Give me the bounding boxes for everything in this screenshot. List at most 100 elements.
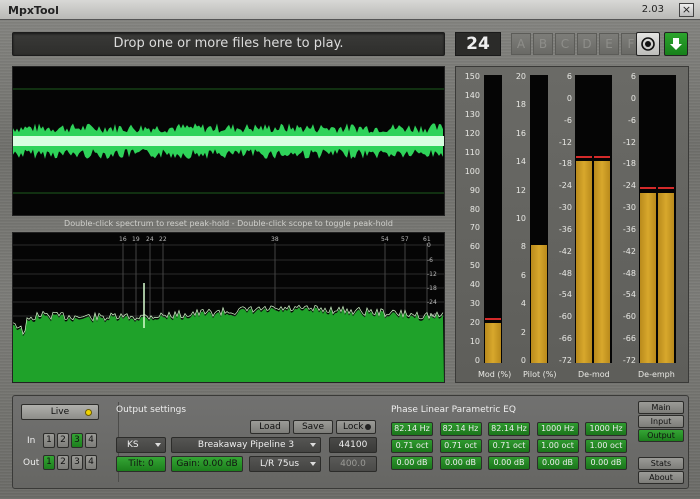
deemph-left-peak xyxy=(640,187,656,190)
deemph-scale-tick: -6 xyxy=(628,115,636,125)
app-title: MpxTool xyxy=(8,4,59,17)
preset-b-button[interactable]: B xyxy=(533,33,553,55)
mod-scale-tick: 140 xyxy=(464,90,480,100)
eq-band-5-freq[interactable]: 1000 Hz xyxy=(585,422,627,436)
demod-label: De-mod xyxy=(578,370,610,379)
deemph-scale-tick: -48 xyxy=(622,268,636,278)
pilot-scale-tick: 8 xyxy=(520,242,526,252)
eq-band-3-freq[interactable]: 82.14 Hz xyxy=(488,422,530,436)
mod-scale-tick: 30 xyxy=(469,299,480,309)
eq-band-5-octave[interactable]: 1.00 oct xyxy=(585,439,627,453)
deemph-scale-tick: 6 xyxy=(630,72,636,81)
about-button[interactable]: About xyxy=(638,471,684,484)
chevron-down-icon xyxy=(155,443,161,447)
out-channel-2-button[interactable]: 2 xyxy=(57,455,69,470)
pilot-label: Pilot (%) xyxy=(523,370,557,379)
mod-scale-tick: 40 xyxy=(469,280,480,290)
eq-band-1-freq[interactable]: 82.14 Hz xyxy=(391,422,433,436)
spectrum-marker-label: 24 xyxy=(146,236,154,243)
tab-main[interactable]: Main xyxy=(638,401,684,414)
chevron-down-icon xyxy=(310,462,316,466)
download-arrow-icon xyxy=(670,38,682,50)
out-channel-4-button[interactable]: 4 xyxy=(85,455,97,470)
deemph-scale-tick: -66 xyxy=(622,334,636,344)
record-button[interactable] xyxy=(636,32,660,56)
eq-band-2-octave[interactable]: 0.71 oct xyxy=(439,439,482,453)
eq-band-5-gain[interactable]: 0.00 dB xyxy=(585,456,627,470)
lock-button[interactable]: Lock xyxy=(336,420,376,434)
spectrum-db-label: 0 xyxy=(427,242,431,249)
pipeline-select[interactable]: Breakaway Pipeline 3 xyxy=(171,437,321,453)
deemph-scale-tick: -12 xyxy=(622,137,636,147)
demod-right-peak xyxy=(594,155,610,158)
level-meters-panel: 150 140 130 120 110 100 90 80 70 60 50 40 30 20 10 0 Mo… xyxy=(455,66,689,383)
in-channel-4-button[interactable]: 4 xyxy=(85,433,97,448)
tab-input[interactable]: Input xyxy=(638,415,684,428)
demod-scale-tick: -18 xyxy=(558,159,572,169)
pilot-scale-tick: 10 xyxy=(515,214,526,223)
deemph-meter xyxy=(639,75,676,363)
mod-scale-tick: 70 xyxy=(469,223,480,233)
spectrum-marker-label: 57 xyxy=(401,236,409,243)
title-bar: MpxTool 2.03 × xyxy=(0,0,700,20)
load-button[interactable]: Load xyxy=(250,420,290,434)
tab-output[interactable]: Output xyxy=(638,429,684,442)
deemph-scale-tick: -36 xyxy=(622,224,636,234)
output-settings-title: Output settings xyxy=(116,405,187,415)
eq-band-4-freq[interactable]: 1000 Hz xyxy=(536,422,579,436)
spectrum-analyzer[interactable]: 16 19 24 22 38 54 57 61 0 -6 -12 -18 -24 -30 xyxy=(12,232,445,383)
demod-scale-tick: -66 xyxy=(558,334,572,344)
in-channel-1-button[interactable]: 1 xyxy=(43,433,55,448)
ks-select[interactable]: KS xyxy=(116,437,166,453)
eq-band-4-octave[interactable]: 1.00 oct xyxy=(536,439,579,453)
ks-value: KS xyxy=(127,440,139,450)
tilt-button[interactable]: Tilt: 0 xyxy=(116,456,166,472)
out-label: Out xyxy=(23,458,40,468)
chevron-down-icon xyxy=(310,443,316,447)
eq-band-2-freq[interactable]: 82.14 Hz xyxy=(439,422,482,436)
record-icon xyxy=(641,37,655,51)
preset-a-button[interactable]: A xyxy=(511,33,531,55)
mod-scale-tick: 110 xyxy=(464,147,480,157)
download-button[interactable] xyxy=(664,32,688,56)
live-button[interactable]: Live xyxy=(21,404,99,420)
demod-left-peak xyxy=(576,155,592,158)
preset-e-button[interactable]: E xyxy=(599,33,619,55)
live-label: Live xyxy=(50,407,70,417)
out-channel-1-button[interactable]: 1 xyxy=(43,455,55,470)
eq-band-3-gain[interactable]: 0.00 dB xyxy=(488,456,530,470)
spectrum-marker-label: 22 xyxy=(159,236,167,243)
eq-band-4-gain[interactable]: 0.00 dB xyxy=(536,456,579,470)
save-button[interactable]: Save xyxy=(293,420,333,434)
out-channel-3-button[interactable]: 3 xyxy=(71,455,83,470)
deemph-scale-tick: -60 xyxy=(622,312,636,322)
demod-scale-tick: -60 xyxy=(558,312,572,322)
ratio-field[interactable]: 400.0 xyxy=(329,456,377,472)
deemph-right-peak xyxy=(658,187,674,190)
oscilloscope-display[interactable] xyxy=(12,66,445,216)
gain-button[interactable]: Gain: 0.00 dB xyxy=(171,456,243,472)
preset-c-button[interactable]: C xyxy=(555,33,575,55)
live-indicator-icon xyxy=(85,409,92,416)
close-button[interactable]: × xyxy=(679,3,694,17)
deemph-scale-tick: -54 xyxy=(622,290,636,300)
eq-band-1-octave[interactable]: 0.71 oct xyxy=(391,439,433,453)
deemph-scale-tick: -30 xyxy=(622,203,636,213)
spectrum-graph: 16 19 24 22 38 54 57 610-6-12-18-24-30 xyxy=(12,236,444,382)
pilot-meter xyxy=(530,75,548,363)
oscilloscope-waveform xyxy=(13,88,444,194)
mod-scale-tick: 90 xyxy=(469,185,480,195)
preset-d-button[interactable]: D xyxy=(577,33,597,55)
stats-button[interactable]: Stats xyxy=(638,457,684,470)
in-channel-2-button[interactable]: 2 xyxy=(57,433,69,448)
eq-band-1-gain[interactable]: 0.00 dB xyxy=(391,456,433,470)
in-channel-3-button[interactable]: 3 xyxy=(71,433,83,448)
demod-scale-tick: 0 xyxy=(566,93,572,103)
lr-select[interactable]: L/R 75us xyxy=(249,456,321,472)
mod-label: Mod (%) xyxy=(478,370,512,379)
eq-band-3-octave[interactable]: 0.71 oct xyxy=(488,439,530,453)
file-drop-zone[interactable]: Drop one or more files here to play. xyxy=(12,32,445,56)
mod-peak-marker xyxy=(485,318,501,321)
eq-band-2-gain[interactable]: 0.00 dB xyxy=(439,456,482,470)
samplerate-field[interactable]: 44100 xyxy=(329,437,377,453)
